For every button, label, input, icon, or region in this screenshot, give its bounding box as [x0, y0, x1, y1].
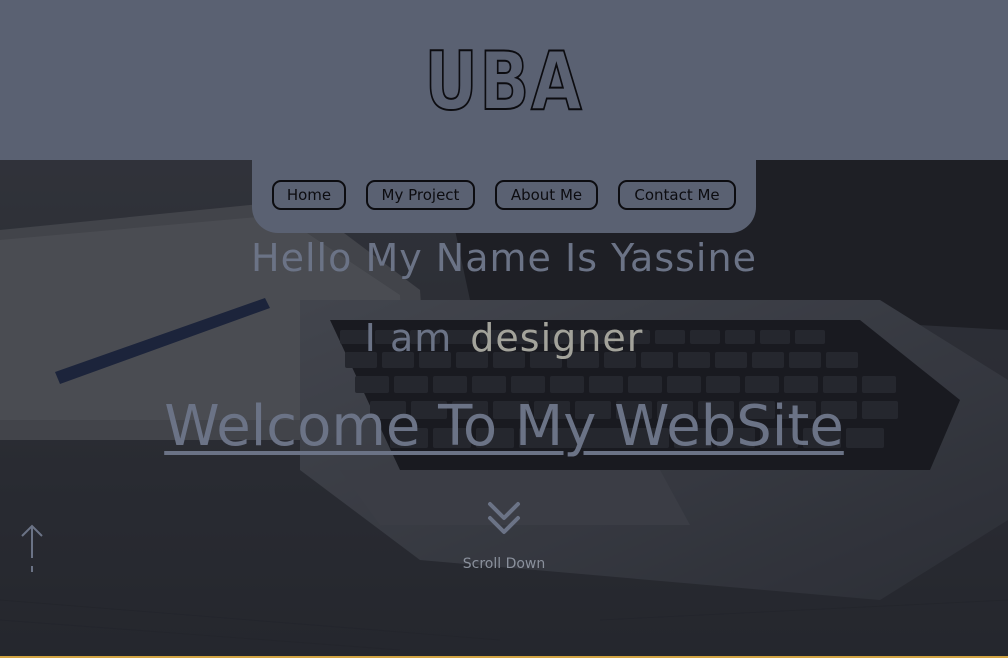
nav-home-button[interactable]: Home	[272, 180, 346, 210]
welcome-link[interactable]: Welcome To My WebSite	[0, 392, 1008, 462]
nav-about-me-button[interactable]: About Me	[495, 180, 598, 210]
site-logo[interactable]: UBA	[91, 39, 918, 125]
role-line: I am designer	[0, 316, 1008, 360]
page: UBA Home My Project About Me Contact Me …	[0, 0, 1008, 658]
header: UBA	[0, 0, 1008, 160]
nav-my-project-button[interactable]: My Project	[366, 180, 475, 210]
role-typed-text: designer	[470, 316, 644, 360]
nav-contact-me-button[interactable]: Contact Me	[618, 180, 736, 210]
scroll-down-label[interactable]: Scroll Down	[0, 555, 1008, 573]
arrow-up-icon[interactable]	[18, 522, 46, 574]
double-chevron-down-icon[interactable]	[486, 500, 522, 540]
greeting-heading: Hello My Name Is Yassine	[251, 236, 757, 280]
main-navigation: Home My Project About Me Contact Me	[252, 158, 756, 233]
role-prefix: I am	[364, 316, 453, 360]
